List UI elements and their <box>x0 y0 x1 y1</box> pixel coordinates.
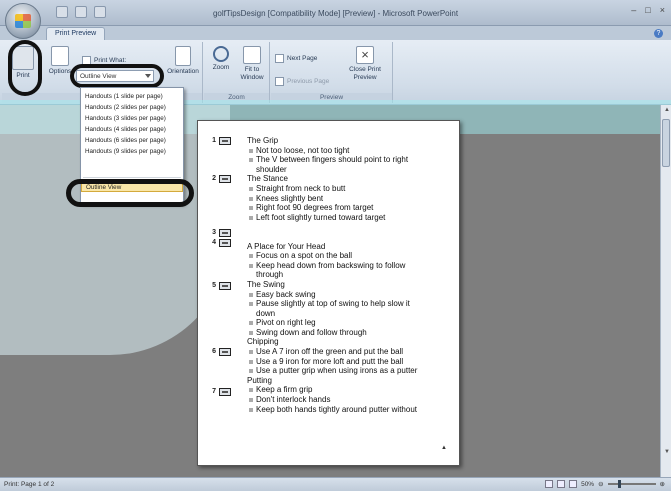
page-end-marker: ▲ <box>441 445 447 451</box>
office-logo-icon <box>15 14 31 28</box>
slide-sorter-icon[interactable] <box>557 480 566 488</box>
slide-marker: 3 <box>208 229 231 237</box>
slide-icon <box>219 348 231 356</box>
outline-blank <box>247 222 453 232</box>
zoom-slider[interactable] <box>607 480 656 488</box>
scrollbar-thumb[interactable] <box>662 119 670 167</box>
zoom-level[interactable]: 50% <box>581 481 594 488</box>
close-print-preview-button[interactable]: × Close Print Preview <box>343 46 387 82</box>
outline-bullet: Focus on a spot on the ball <box>247 251 453 261</box>
print-annotation-circle <box>8 40 42 96</box>
outline-bullet: Don't interlock hands <box>247 395 453 405</box>
minimize-button[interactable]: – <box>631 5 636 15</box>
zoom-out-icon[interactable]: ⊖ <box>598 480 603 488</box>
outline-bullet: Easy back swing <box>247 290 453 300</box>
outline-bullet: Pause slightly at top of swing to help s… <box>247 299 453 309</box>
window-controls: – □ × <box>631 5 665 15</box>
outline-blank <box>247 232 453 242</box>
maximize-button[interactable]: □ <box>645 5 650 15</box>
slide-marker: 6 <box>208 348 231 356</box>
outline-annotation-circle <box>66 179 194 207</box>
close-window-button[interactable]: × <box>660 5 665 15</box>
outline-title: Putting <box>247 375 272 385</box>
orientation-button[interactable]: Orientation <box>164 46 202 76</box>
office-button[interactable] <box>5 3 41 39</box>
outline-cont: down <box>256 308 276 318</box>
zoom-in-icon[interactable]: ⊕ <box>660 480 665 488</box>
tab-print-preview[interactable]: Print Preview <box>46 27 106 40</box>
slide-marker: 5 <box>208 282 231 290</box>
previous-page-icon <box>275 77 284 86</box>
fit-to-window-button[interactable]: Fit to Window <box>236 46 268 82</box>
slide-icon <box>219 388 231 396</box>
dropdown-item[interactable]: Handouts (4 slides per page) <box>81 124 183 135</box>
outline-bullet: Straight from neck to butt <box>247 184 453 194</box>
outline-bullet: Use a 9 iron for more loft and putt the … <box>247 357 453 367</box>
slide-marker: 2 <box>208 175 231 183</box>
slide-icon <box>219 239 231 247</box>
outline-bullet: Right foot 90 degrees from target <box>247 203 453 213</box>
outline-bullet: Keep a firm grip <box>247 385 453 395</box>
outline-bullet: Left foot slightly turned toward target <box>247 213 453 223</box>
options-icon <box>51 46 69 66</box>
preview-page: 1 2 3 4 5 6 7 The Grip Not too loose, not… <box>197 120 460 466</box>
slide-marker: 7 <box>208 388 231 396</box>
dropdown-item[interactable]: Handouts (6 slides per page) <box>81 135 183 146</box>
outline-bullet: The V between fingers should point to ri… <box>247 155 453 165</box>
outline-title: The Stance <box>247 174 288 184</box>
magnifier-icon <box>213 46 229 62</box>
outline-bullet: Use A 7 iron off the green and put the b… <box>247 347 453 357</box>
previous-page-button[interactable]: Previous Page <box>275 77 329 86</box>
slide-marker: 1 <box>208 137 231 145</box>
zoom-slider-thumb[interactable] <box>617 480 621 488</box>
dropdown-item[interactable]: Handouts (2 slides per page) <box>81 102 183 113</box>
outline-bullet: Use a putter grip when using irons as a … <box>247 366 453 376</box>
dropdown-separator <box>83 177 181 178</box>
next-page-icon <box>275 54 284 63</box>
outline-bullet: Swing down and follow through <box>247 328 453 338</box>
outline-title: The Swing <box>247 279 285 289</box>
help-icon[interactable]: ? <box>654 29 663 38</box>
normal-view-icon[interactable] <box>545 480 554 488</box>
outline-cont: through <box>256 270 284 280</box>
outline-bullet: Pivot on right leg <box>247 318 453 328</box>
outline-title: Chipping <box>247 337 279 347</box>
outline-bullet: Keep both hands tightly around putter wi… <box>247 405 453 415</box>
dropdown-item[interactable]: Handouts (3 slides per page) <box>81 113 183 124</box>
slide-marker: 4 <box>208 239 231 247</box>
window-title: golfTipsDesign [Compatibility Mode] [Pre… <box>212 9 459 18</box>
status-controls: 50% ⊖ ⊕ <box>545 480 665 488</box>
outline-text: The Grip Not too loose, not too tight The … <box>247 136 453 414</box>
slideshow-icon[interactable] <box>569 480 578 488</box>
preview-group: Next Page Previous Page × Close Print Pr… <box>271 42 393 103</box>
page-status: Print: Page 1 of 2 <box>4 481 55 488</box>
outline-cont: shoulder <box>256 164 287 174</box>
dropdown-item[interactable]: Handouts (1 slide per page) <box>81 91 183 102</box>
outline-title: A Place for Your Head <box>247 241 326 251</box>
outline-bullet: Keep head down from backswing to follow <box>247 261 453 271</box>
slide-icon <box>219 229 231 237</box>
vertical-scrollbar[interactable]: ▲ ▼ <box>660 105 671 477</box>
close-preview-icon: × <box>356 46 374 64</box>
outline-bullet: Not too loose, not too tight <box>247 146 453 156</box>
slide-icon <box>219 282 231 290</box>
orientation-icon <box>175 46 191 66</box>
zoom-button[interactable]: Zoom <box>208 46 234 72</box>
slide-icon <box>219 175 231 183</box>
status-bar: Print: Page 1 of 2 50% ⊖ ⊕ <box>0 477 671 491</box>
fit-window-icon <box>243 46 261 64</box>
title-bar: golfTipsDesign [Compatibility Mode] [Pre… <box>0 0 671 26</box>
next-page-button[interactable]: Next Page <box>275 54 317 63</box>
combo-annotation-circle <box>70 64 164 88</box>
scroll-up-icon[interactable]: ▲ <box>664 107 670 113</box>
slide-icon <box>219 137 231 145</box>
outline-bullet: Knees slightly bent <box>247 194 453 204</box>
zoom-group: Zoom Fit to Window Zoom <box>204 42 270 103</box>
scroll-down-icon[interactable]: ▼ <box>664 449 670 455</box>
outline-title: The Grip <box>247 136 279 145</box>
dropdown-item[interactable]: Handouts (9 slides per page) <box>81 146 183 157</box>
